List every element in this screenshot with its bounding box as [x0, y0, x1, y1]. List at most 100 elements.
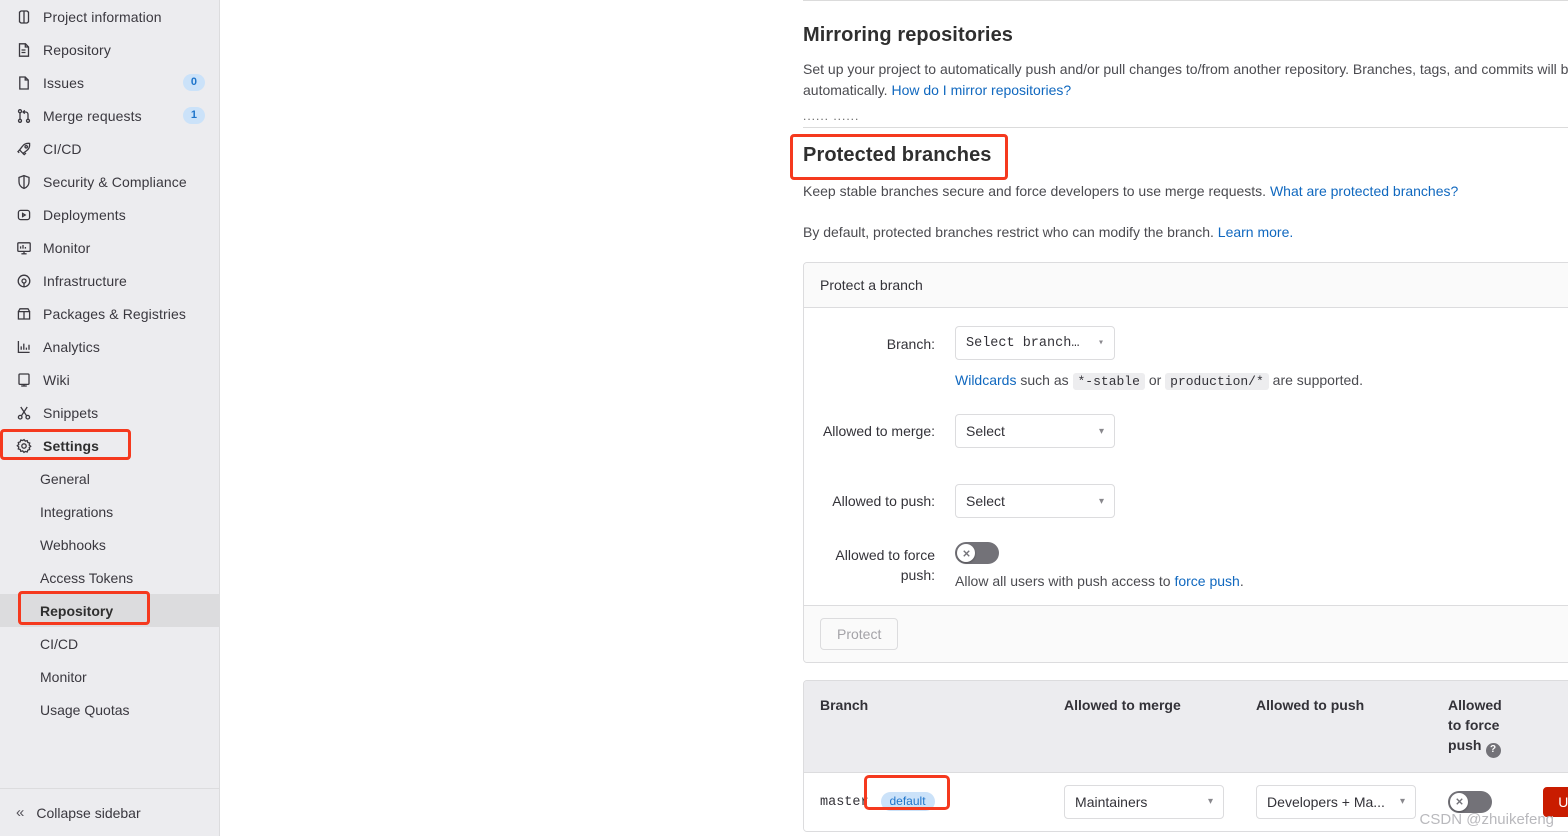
row-force-push-toggle[interactable]	[1448, 790, 1493, 813]
close-icon	[962, 549, 970, 557]
sidebar-item-label: Project information	[43, 8, 162, 25]
sidebar-subitem-label: General	[40, 470, 90, 487]
allowed-to-push-select[interactable]: Select ▾	[955, 484, 1115, 518]
default-branch-badge: default	[880, 792, 935, 811]
sidebar-subitem-label: CI/CD	[40, 635, 79, 652]
sidebar-item-cicd[interactable]: CI/CD	[0, 132, 219, 165]
chevron-down-icon: ▾	[1098, 425, 1104, 437]
top-divider	[803, 0, 1568, 1]
learn-more-link[interactable]: Learn more.	[1218, 224, 1293, 240]
sidebar-nav-list: Project information Repository Issues 0	[0, 0, 219, 726]
sidebar-item-wiki[interactable]: Wiki	[0, 363, 219, 396]
sidebar-item-monitor[interactable]: Monitor	[0, 231, 219, 264]
protected-branches-note-text: By default, protected branches restrict …	[803, 224, 1214, 240]
what-are-protected-branches-link[interactable]: What are protected branches?	[1270, 183, 1458, 199]
sidebar-subitem-general[interactable]: General	[0, 462, 219, 495]
chevron-down-icon: ▾	[1400, 796, 1406, 807]
sidebar-item-security-compliance[interactable]: Security & Compliance	[0, 165, 219, 198]
sidebar-item-label: Issues	[43, 74, 85, 91]
sidebar-item-label: Settings	[43, 437, 100, 454]
wildcard-code-production: production/*	[1165, 373, 1269, 390]
row-allowed-to-push-select[interactable]: Developers + Ma... ▾	[1256, 784, 1417, 819]
mirror-help-link[interactable]: How do I mirror repositories?	[891, 82, 1071, 98]
branch-field-row: Branch: Select branch… ▾ Wildcards such …	[820, 326, 1568, 392]
column-header-actions	[1527, 681, 1568, 772]
allowed-to-merge-row: Allowed to merge: Select ▾	[820, 414, 1568, 448]
issues-count-badge: 0	[182, 74, 205, 91]
allowed-to-force-push-label: Allowed to force push:	[835, 547, 935, 583]
wildcard-hint-or: or	[1148, 372, 1162, 388]
close-icon	[1455, 798, 1463, 805]
sidebar-item-deployments[interactable]: Deployments	[0, 198, 219, 231]
sidebar-item-infrastructure[interactable]: Infrastructure	[0, 264, 219, 297]
infrastructure-icon	[16, 273, 32, 289]
sidebar-item-repository[interactable]: Repository	[0, 33, 219, 66]
project-sidebar: Project information Repository Issues 0	[0, 0, 220, 836]
protect-a-branch-card-footer: Protect	[804, 605, 1568, 662]
protect-a-branch-form: Branch: Select branch… ▾ Wildcards such …	[804, 308, 1568, 605]
column-header-branch: Branch	[804, 681, 1049, 772]
sidebar-subitem-repository[interactable]: Repository	[0, 594, 219, 627]
branch-select-value: Select branch…	[966, 335, 1080, 351]
sidebar-item-snippets[interactable]: Snippets	[0, 396, 219, 429]
mirroring-description: Set up your project to automatically pus…	[803, 59, 1568, 101]
protected-branches-header: Protected branches Keep stable branches …	[803, 144, 1568, 243]
sidebar-subitem-integrations[interactable]: Integrations	[0, 495, 219, 528]
row-allowed-to-merge-value: Maintainers	[1075, 793, 1148, 810]
sidebar-item-merge-requests[interactable]: Merge requests 1	[0, 99, 219, 132]
sidebar-item-settings[interactable]: Settings	[0, 429, 219, 462]
wildcard-code-stable: *-stable	[1072, 373, 1145, 390]
sidebar-subitem-usage-quotas[interactable]: Usage Quotas	[0, 693, 219, 726]
row-allowed-to-merge-select[interactable]: Maintainers ▾	[1064, 784, 1225, 819]
section-divider	[803, 127, 1568, 128]
force-push-link[interactable]: force push	[1174, 573, 1239, 589]
sidebar-subitem-cicd[interactable]: CI/CD	[0, 627, 219, 660]
sidebar-item-issues[interactable]: Issues 0	[0, 66, 219, 99]
watermark: CSDN @zhuikefeng	[1419, 811, 1554, 828]
allowed-to-merge-select[interactable]: Select ▾	[955, 414, 1115, 448]
project-information-icon	[16, 9, 32, 25]
column-header-allowed-to-push: Allowed to push	[1240, 681, 1433, 772]
mirroring-repositories-section: Mirroring repositories Set up your proje…	[803, 24, 1568, 101]
sidebar-item-label: Analytics	[43, 338, 100, 355]
protected-branches-section: Protected branches Keep stable branches …	[803, 144, 1568, 243]
branch-select[interactable]: Select branch… ▾	[955, 326, 1115, 360]
main-content: Mirroring repositories Set up your proje…	[220, 0, 1568, 836]
sidebar-subitem-monitor[interactable]: Monitor	[0, 660, 219, 693]
rocket-icon	[16, 141, 32, 157]
sidebar-subitem-label: Webhooks	[40, 536, 106, 553]
question-mark-icon[interactable]: ?	[1485, 742, 1501, 758]
allowed-to-push-row: Allowed to push: Select ▾	[820, 484, 1568, 518]
force-push-description: Allow all users with push access to forc…	[955, 573, 1568, 589]
force-push-description-text: Allow all users with push access to	[955, 573, 1171, 589]
table-header-row: Branch Allowed to merge Allowed to push …	[804, 681, 1568, 772]
table-header: Branch Allowed to merge Allowed to push …	[804, 681, 1568, 772]
shield-icon	[16, 174, 32, 190]
toggle-knob	[957, 544, 975, 562]
wildcard-hint-end: are supported.	[1272, 372, 1363, 388]
sidebar-subitem-webhooks[interactable]: Webhooks	[0, 528, 219, 561]
collapse-sidebar-button[interactable]: « Collapse sidebar	[0, 788, 219, 836]
deployments-icon	[16, 207, 32, 223]
sidebar-item-packages-registries[interactable]: Packages & Registries	[0, 297, 219, 330]
column-header-allowed-to-force-push: Allowed to force push?	[1432, 681, 1528, 772]
wildcards-link[interactable]: Wildcards	[955, 372, 1016, 388]
sidebar-subitem-access-tokens[interactable]: Access Tokens	[0, 561, 219, 594]
force-push-toggle[interactable]	[955, 542, 999, 564]
sidebar-item-label: Packages & Registries	[43, 305, 186, 322]
merge-requests-icon	[16, 108, 32, 124]
sidebar-item-label: Security & Compliance	[43, 173, 187, 190]
sidebar-subitem-label: Repository	[40, 602, 114, 619]
analytics-icon	[16, 339, 32, 355]
protected-branches-description-text: Keep stable branches secure and force de…	[803, 183, 1267, 199]
package-icon	[16, 306, 32, 322]
sidebar-item-label: Monitor	[43, 239, 91, 256]
sidebar-subitem-label: Integrations	[40, 503, 114, 520]
cell-allowed-to-push: Developers + Ma... ▾	[1240, 771, 1433, 831]
protect-button[interactable]: Protect	[820, 618, 899, 650]
sidebar-item-analytics[interactable]: Analytics	[0, 330, 219, 363]
merge-requests-count-badge: 1	[182, 107, 205, 124]
chevron-down-icon: ▾	[1098, 495, 1104, 507]
protected-branches-table-card: Branch Allowed to merge Allowed to push …	[803, 680, 1568, 832]
sidebar-item-project-information[interactable]: Project information	[0, 0, 219, 33]
